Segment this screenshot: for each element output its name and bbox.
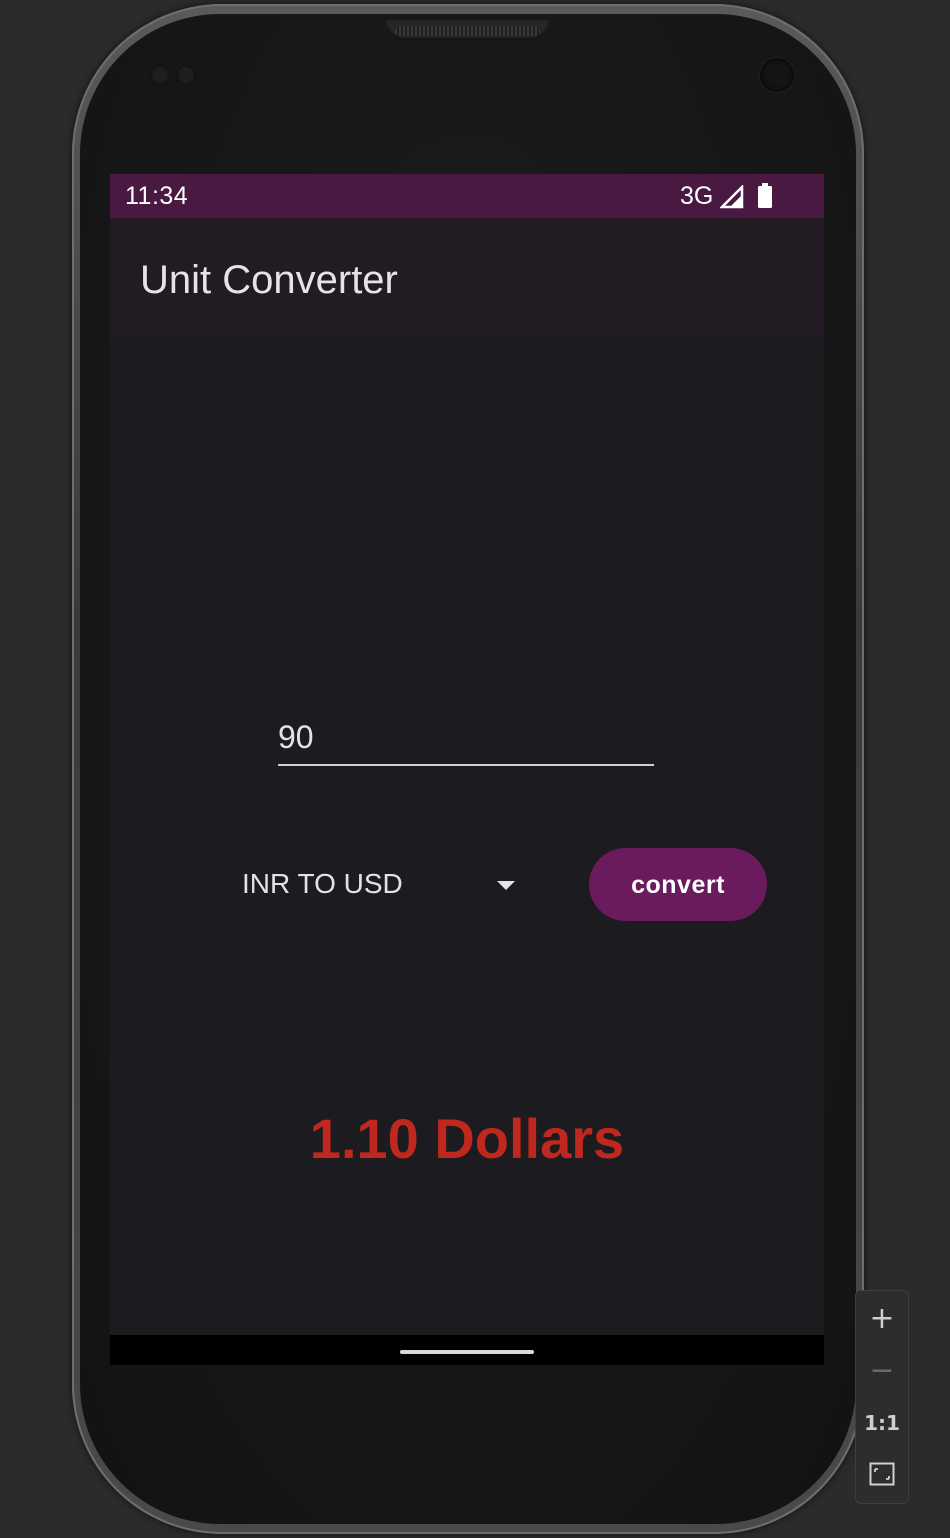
conversion-result: 1.10 Dollars	[309, 1107, 625, 1170]
status-bar: 11:34 3G	[110, 174, 824, 218]
home-gesture-handle[interactable]	[400, 1350, 534, 1354]
app-title: Unit Converter	[140, 258, 398, 302]
battery-icon	[758, 183, 772, 208]
speaker-grill	[395, 26, 540, 36]
front-camera	[760, 58, 794, 92]
dropdown-arrow-icon	[497, 881, 515, 890]
navigation-bar	[110, 1335, 824, 1365]
network-type: 3G	[680, 182, 714, 210]
actual-size-button[interactable]: 1:1	[856, 1397, 908, 1449]
zoom-out-button[interactable]: −	[856, 1345, 908, 1397]
status-time: 11:34	[125, 182, 189, 210]
conversion-dropdown[interactable]: INR TO USD	[238, 858, 528, 910]
emulator-stage: 11:34 3G Unit Converter 90 INR TO USD co…	[0, 0, 950, 1538]
amount-input-value: 90	[278, 719, 314, 755]
device-screen: 11:34 3G Unit Converter 90 INR TO USD co…	[110, 174, 824, 1365]
signal-icon	[720, 185, 744, 209]
convert-button[interactable]: convert	[589, 848, 767, 921]
emulator-zoom-controls: + − 1:1	[855, 1290, 909, 1504]
amount-input[interactable]: 90	[278, 714, 654, 766]
fit-screen-icon	[869, 1462, 895, 1486]
zoom-in-button[interactable]: +	[856, 1293, 908, 1345]
app-bar: Unit Converter	[110, 218, 824, 338]
proximity-sensors	[150, 65, 210, 87]
fit-screen-button[interactable]	[856, 1449, 908, 1501]
conversion-dropdown-label: INR TO USD	[242, 868, 403, 899]
